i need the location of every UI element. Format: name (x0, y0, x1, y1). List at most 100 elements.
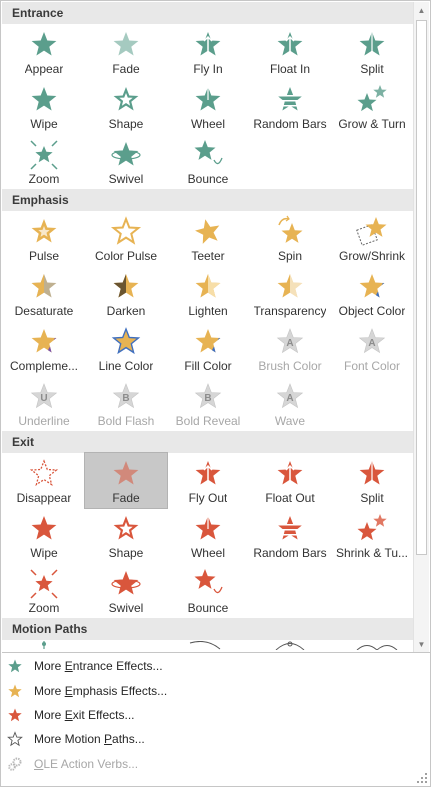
exit-effect-zoom[interactable]: Zoom (3, 563, 85, 618)
star-zoom-icon (28, 567, 60, 599)
exit-effect-wipe[interactable]: Wipe (3, 508, 85, 563)
more-menu-item-label: More Motion Paths... (34, 732, 145, 747)
effect-label: Zoom (28, 172, 60, 186)
effect-label: Transparency (253, 304, 327, 318)
exit-effect-fade[interactable]: Fade (84, 452, 168, 509)
emphasis-effect-object-color[interactable]: Object Color (331, 266, 413, 321)
gears-icon (7, 756, 34, 772)
exit-effect-split[interactable]: Split (331, 453, 413, 508)
entrance-effect-bounce[interactable]: Bounce (167, 134, 249, 189)
resize-grip-icon[interactable] (417, 773, 427, 783)
emphasis-effect-grow-shrink[interactable]: Grow/Shrink (331, 211, 413, 266)
emphasis-effect-spin[interactable]: Spin (249, 211, 331, 266)
entrance-effect-grow-turn[interactable]: Grow & Turn (331, 79, 413, 134)
emphasis-effect-pulse[interactable]: Pulse (3, 211, 85, 266)
effect-label: Fill Color (184, 359, 232, 373)
exit-effect-swivel[interactable]: Swivel (85, 563, 167, 618)
star-fade-icon (110, 28, 142, 60)
exit-effect-shape[interactable]: Shape (85, 508, 167, 563)
effect-label: Split (360, 491, 384, 505)
star-darken-icon (110, 270, 142, 302)
effect-label: Lighten (188, 304, 228, 318)
effect-label: Grow/Shrink (338, 249, 406, 263)
star-swivel-icon (110, 567, 142, 599)
star-swivel-icon (110, 138, 142, 170)
emphasis-effect-transparency[interactable]: Transparency (249, 266, 331, 321)
vertical-scrollbar[interactable]: ▲ ▼ (413, 2, 429, 652)
effects-grid-entrance: Appear Fade Fly In Float In Split Wipe Shape Wh… (2, 24, 414, 189)
entrance-effect-swivel[interactable]: Swivel (85, 134, 167, 189)
effect-label: Bounce (187, 601, 229, 615)
emphasis-effect-compleme[interactable]: Compleme... (3, 321, 85, 376)
effect-label: Shape (108, 546, 144, 560)
more-menu-item-ole-action-verbs: OLE Action Verbs... (2, 752, 430, 776)
effect-label: Disappear (16, 491, 72, 505)
effect-label: Font Color (343, 359, 401, 373)
star-desaturate-icon (28, 270, 60, 302)
motion-paths-preview-strip (2, 640, 414, 650)
effect-label: Brush Color (258, 359, 322, 373)
more-effects-menu: More Entrance Effects... More Emphasis Ef… (2, 654, 430, 776)
effects-grid-emphasis: Pulse Color Pulse Teeter Spin Grow/Shrink Des… (2, 211, 414, 431)
entrance-effect-float-in[interactable]: Float In (249, 24, 331, 79)
star-wipe-icon (28, 512, 60, 544)
emphasis-effect-desaturate[interactable]: Desaturate (3, 266, 85, 321)
scroll-up-arrow-icon[interactable]: ▲ (414, 2, 429, 18)
more-menu-item-more-motion-paths[interactable]: More Motion Paths... (2, 727, 430, 751)
effect-label: Wheel (190, 117, 225, 131)
emphasis-effect-line-color[interactable]: Line Color (85, 321, 167, 376)
more-menu-item-more-emphasis-effects[interactable]: More Emphasis Effects... (2, 678, 430, 702)
entrance-effect-fade[interactable]: Fade (85, 24, 167, 79)
entrance-effect-random-bars[interactable]: Random Bars (249, 79, 331, 134)
exit-effect-random-bars[interactable]: Random Bars (249, 508, 331, 563)
exit-effect-fly-out[interactable]: Fly Out (167, 453, 249, 508)
entrance-effect-zoom[interactable]: Zoom (3, 134, 85, 189)
entrance-effect-split[interactable]: Split (331, 24, 413, 79)
star-wheel-icon (192, 83, 224, 115)
star-fade-icon (110, 457, 142, 489)
effect-label: Grow & Turn (338, 117, 406, 131)
section-header-entrance: Entrance (2, 2, 414, 24)
effect-label: Float In (269, 62, 311, 76)
effect-label: Wave (274, 414, 306, 428)
effect-label: Teeter (191, 249, 225, 263)
effect-label: Random Bars (253, 117, 327, 131)
entrance-effect-fly-in[interactable]: Fly In (167, 24, 249, 79)
emphasis-effect-font-color: A Font Color (331, 321, 413, 376)
scrollbar-thumb[interactable] (416, 20, 427, 555)
letter-a-font-icon: A (356, 325, 388, 357)
exit-effect-disappear[interactable]: Disappear (3, 453, 85, 508)
more-menu-item-more-exit-effects[interactable]: More Exit Effects... (2, 703, 430, 727)
star-object-color-icon (356, 270, 388, 302)
more-menu-item-more-entrance-effects[interactable]: More Entrance Effects... (2, 654, 430, 678)
effect-label: Shrink & Tu... (335, 546, 409, 560)
entrance-effect-shape[interactable]: Shape (85, 79, 167, 134)
effect-label: Wipe (30, 117, 58, 131)
emphasis-effect-color-pulse[interactable]: Color Pulse (85, 211, 167, 266)
star-wipe-icon (28, 83, 60, 115)
emphasis-effect-darken[interactable]: Darken (85, 266, 167, 321)
effect-label: Fade (112, 491, 140, 505)
exit-effect-bounce[interactable]: Bounce (167, 563, 249, 618)
letter-a-brush-icon: A (274, 325, 306, 357)
effect-label: Appear (24, 62, 64, 76)
emphasis-effect-fill-color[interactable]: Fill Color (167, 321, 249, 376)
star-float-out-icon (274, 457, 306, 489)
exit-effect-wheel[interactable]: Wheel (167, 508, 249, 563)
entrance-effect-wheel[interactable]: Wheel (167, 79, 249, 134)
entrance-effect-appear[interactable]: Appear (3, 24, 85, 79)
star-random-bars-icon (274, 512, 306, 544)
letter-u-icon: U (28, 380, 60, 412)
scroll-down-arrow-icon[interactable]: ▼ (414, 636, 429, 652)
star-float-in-icon (274, 28, 306, 60)
emphasis-effect-lighten[interactable]: Lighten (167, 266, 249, 321)
section-header-exit: Exit (2, 431, 414, 453)
star-bounce-icon (192, 567, 224, 599)
entrance-effect-wipe[interactable]: Wipe (3, 79, 85, 134)
exit-effect-float-out[interactable]: Float Out (249, 453, 331, 508)
emphasis-effect-teeter[interactable]: Teeter (167, 211, 249, 266)
star-color-pulse-icon (110, 215, 142, 247)
star-fly-in-icon (192, 28, 224, 60)
emphasis-effect-bold-reveal: B Bold Reveal (167, 376, 249, 431)
exit-effect-shrink-tu[interactable]: Shrink & Tu... (331, 508, 413, 563)
